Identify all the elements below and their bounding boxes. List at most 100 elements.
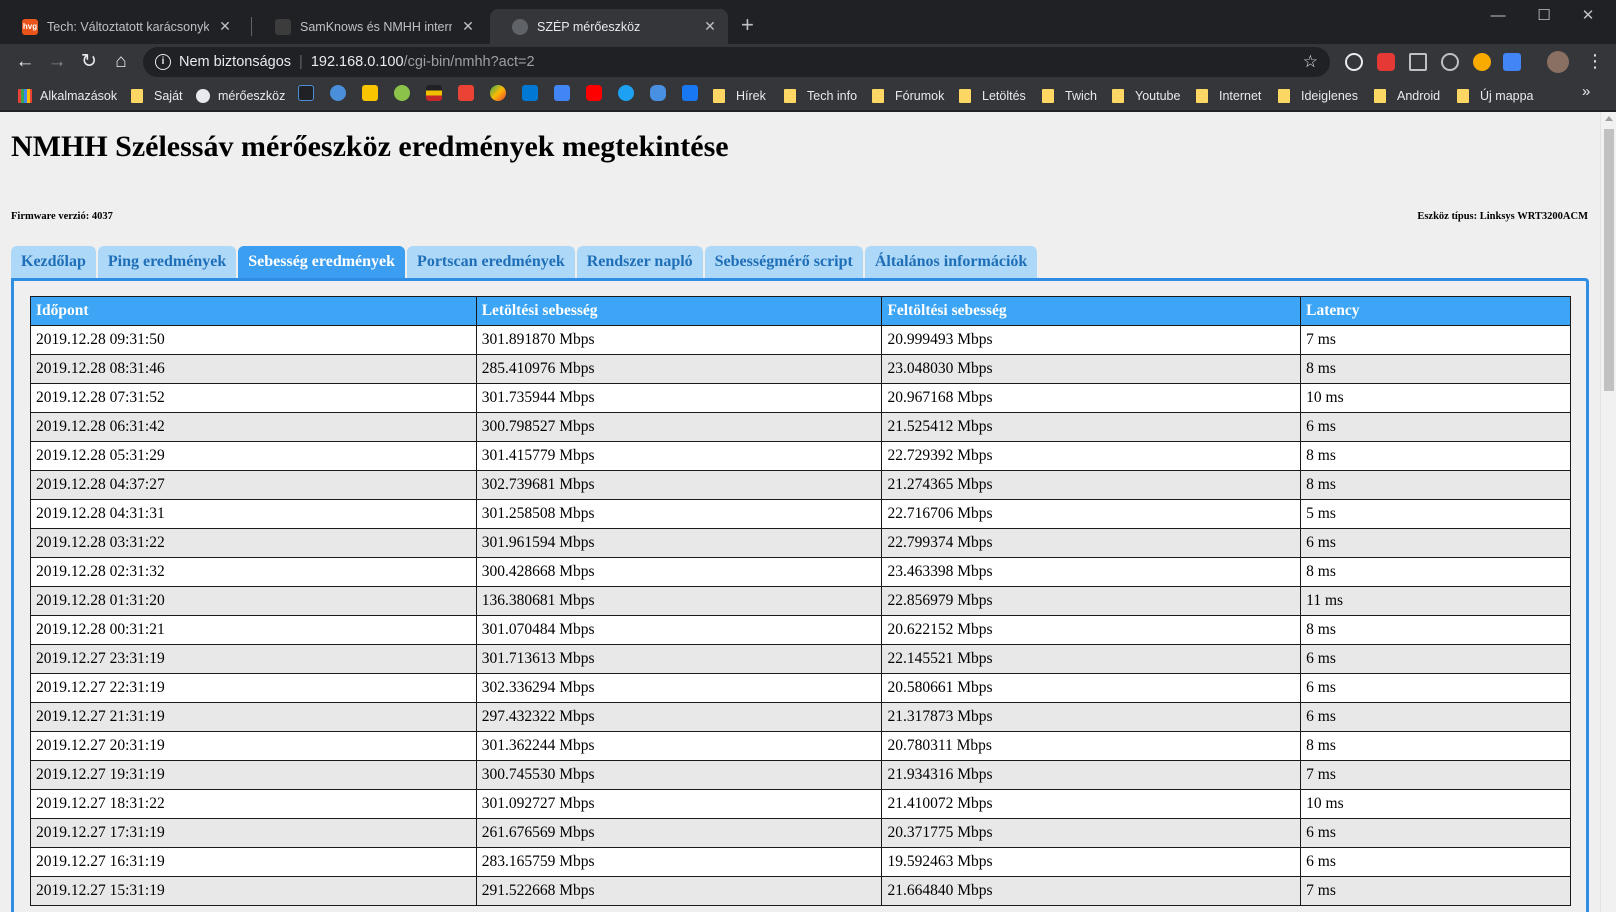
cell-time: 2019.12.28 02:31:32 bbox=[30, 557, 477, 587]
adblock-extension-icon[interactable] bbox=[1377, 53, 1395, 71]
tab-rendszer-naplo[interactable]: Rendszer napló bbox=[576, 246, 703, 278]
back-arrow-icon[interactable]: ← bbox=[12, 49, 38, 75]
tab-kezdolap[interactable]: Kezdőlap bbox=[11, 246, 96, 278]
flag-bookmark-icon[interactable] bbox=[426, 85, 442, 101]
dark-mode-extension-icon[interactable] bbox=[1473, 53, 1491, 71]
bookmark-folder-letoltes[interactable]: Letöltés bbox=[959, 86, 1026, 105]
gold-bookmark-icon[interactable] bbox=[362, 85, 378, 101]
samknows-favicon-icon bbox=[275, 18, 291, 35]
close-window-button[interactable]: ✕ bbox=[1566, 4, 1610, 28]
bookmarks-overflow-chevron-icon[interactable]: » bbox=[1582, 83, 1590, 100]
menu-dots-icon[interactable]: ⋮ bbox=[1586, 50, 1604, 72]
maximize-button[interactable]: ☐ bbox=[1522, 4, 1566, 28]
tab-portscan-eredmenyek[interactable]: Portscan eredmények bbox=[407, 246, 575, 278]
cell-time: 2019.12.28 01:31:20 bbox=[30, 586, 477, 616]
page-scrollbar[interactable] bbox=[1600, 112, 1616, 912]
tab-altalanos-informaciok[interactable]: Általános információk bbox=[864, 246, 1038, 278]
bookmark-label: Hírek bbox=[736, 88, 766, 103]
browser-tab-3-active[interactable]: SZÉP mérőeszköz ✕ bbox=[490, 9, 728, 44]
cell-download: 300.428668 Mbps bbox=[475, 557, 883, 587]
table-row: 2019.12.28 00:31:21 301.070484 Mbps 20.622… bbox=[30, 615, 1571, 645]
close-tab-icon[interactable]: ✕ bbox=[217, 18, 233, 35]
address-divider: | bbox=[299, 54, 303, 70]
chat-bookmark-icon[interactable] bbox=[650, 85, 666, 101]
photos-icon[interactable] bbox=[490, 85, 506, 101]
youtube-icon[interactable] bbox=[586, 85, 602, 101]
table-row: 2019.12.28 07:31:52 301.735944 Mbps 20.967… bbox=[30, 383, 1571, 413]
cell-download: 300.798527 Mbps bbox=[475, 412, 883, 442]
minimize-button[interactable]: — bbox=[1476, 4, 1520, 28]
gmail-icon[interactable] bbox=[458, 85, 474, 101]
db-bookmark-icon[interactable] bbox=[330, 85, 346, 101]
close-tab-icon[interactable]: ✕ bbox=[702, 18, 718, 35]
browser-tab-1[interactable]: hvg Tech: Változtatott karácsonykor a ✕ bbox=[0, 9, 243, 44]
bookmark-folder-forumok[interactable]: Fórumok bbox=[872, 86, 944, 105]
cell-latency: 11 ms bbox=[1300, 586, 1571, 616]
bookmark-folder-uj-mappa[interactable]: Új mappa bbox=[1457, 86, 1534, 105]
table-body: 2019.12.28 09:31:50 301.891870 Mbps 20.999… bbox=[30, 325, 1571, 906]
hat-bookmark-icon[interactable] bbox=[298, 85, 314, 101]
translate-extension-icon[interactable] bbox=[1503, 53, 1521, 71]
cell-latency: 5 ms bbox=[1300, 499, 1571, 529]
cell-upload: 21.934316 Mbps bbox=[881, 760, 1302, 790]
bookmark-meroeszkoz[interactable]: mérőeszköz bbox=[196, 86, 285, 105]
table-row: 2019.12.28 06:31:42 300.798527 Mbps 21.525… bbox=[30, 412, 1571, 442]
close-tab-icon[interactable]: ✕ bbox=[460, 18, 476, 35]
scroll-up-arrow-icon[interactable] bbox=[1605, 116, 1613, 121]
table-row: 2019.12.27 16:31:19 283.165759 Mbps 19.592… bbox=[30, 847, 1571, 877]
cell-download: 136.380681 Mbps bbox=[475, 586, 883, 616]
address-bar[interactable]: i Nem biztonságos | 192.168.0.100 /cgi-b… bbox=[143, 47, 1330, 77]
table-row: 2019.12.27 19:31:19 300.745530 Mbps 21.934… bbox=[30, 760, 1571, 790]
bookmark-folder-twich[interactable]: Twich bbox=[1042, 86, 1097, 105]
table-row: 2019.12.28 04:37:27 302.739681 Mbps 21.274… bbox=[30, 470, 1571, 500]
cell-download: 301.735944 Mbps bbox=[475, 383, 883, 413]
cell-time: 2019.12.28 00:31:21 bbox=[30, 615, 477, 645]
cell-download: 301.415779 Mbps bbox=[475, 441, 883, 471]
cell-time: 2019.12.27 18:31:22 bbox=[30, 789, 477, 819]
wheel-bookmark-icon[interactable] bbox=[394, 85, 410, 101]
table-row: 2019.12.28 05:31:29 301.415779 Mbps 22.729… bbox=[30, 441, 1571, 471]
cell-time: 2019.12.28 06:31:42 bbox=[30, 412, 477, 442]
reload-icon[interactable]: ↻ bbox=[76, 49, 102, 75]
bookmark-folder-youtube[interactable]: Youtube bbox=[1112, 86, 1180, 105]
cell-time: 2019.12.28 07:31:52 bbox=[30, 383, 477, 413]
cell-download: 301.070484 Mbps bbox=[475, 615, 883, 645]
cell-download: 291.522668 Mbps bbox=[475, 876, 883, 906]
table-row: 2019.12.28 08:31:46 285.410976 Mbps 23.048… bbox=[30, 354, 1571, 384]
bookmark-folder-internet[interactable]: Internet bbox=[1196, 86, 1261, 105]
facebook-icon[interactable] bbox=[682, 85, 698, 101]
folder-icon bbox=[1374, 88, 1386, 103]
bookmark-star-icon[interactable]: ☆ bbox=[1303, 52, 1318, 72]
twitter-icon[interactable] bbox=[618, 85, 634, 101]
bookmark-folder-ideiglenes[interactable]: Ideiglenes bbox=[1278, 86, 1358, 105]
hvg-favicon-icon: hvg bbox=[22, 18, 38, 35]
folder-icon bbox=[713, 88, 725, 103]
speed-extension-icon[interactable] bbox=[1345, 53, 1363, 71]
cell-upload: 20.967168 Mbps bbox=[881, 383, 1302, 413]
bookmark-folder-sajat[interactable]: Saját bbox=[131, 86, 183, 105]
scrollbar-thumb[interactable] bbox=[1604, 129, 1614, 391]
tab-sebessegmero-script[interactable]: Sebességmérő script bbox=[704, 246, 863, 278]
outlook-icon[interactable] bbox=[522, 85, 538, 101]
cell-download: 283.165759 Mbps bbox=[475, 847, 883, 877]
firmware-version: Firmware verzió: 4037 bbox=[11, 211, 113, 222]
cell-latency: 6 ms bbox=[1300, 702, 1571, 732]
info-icon[interactable]: i bbox=[155, 54, 171, 70]
new-tab-button[interactable]: + bbox=[741, 13, 754, 37]
home-icon[interactable]: ⌂ bbox=[108, 49, 134, 75]
bulb-extension-icon[interactable] bbox=[1441, 53, 1459, 71]
bookmark-apps[interactable]: Alkalmazások bbox=[18, 86, 117, 105]
tab-ping-eredmenyek[interactable]: Ping eredmények bbox=[97, 246, 237, 278]
bookmark-folder-hirek[interactable]: Hírek bbox=[713, 86, 766, 105]
cast-extension-icon[interactable] bbox=[1409, 53, 1427, 71]
profile-avatar[interactable] bbox=[1547, 51, 1569, 73]
bookmark-folder-tech-info[interactable]: Tech info bbox=[784, 86, 857, 105]
bookmark-folder-android[interactable]: Android bbox=[1374, 86, 1440, 105]
forward-arrow-icon[interactable]: → bbox=[44, 49, 70, 75]
bookmark-label: Youtube bbox=[1135, 88, 1181, 103]
browser-tab-2[interactable]: SamKnows és NMHH internet se ✕ bbox=[253, 9, 486, 44]
translate-icon[interactable] bbox=[554, 85, 570, 101]
tab-sebesseg-eredmenyek[interactable]: Sebesség eredmények bbox=[238, 246, 406, 278]
globe-icon bbox=[512, 18, 528, 35]
browser-toolbar: ← → ↻ ⌂ i Nem biztonságos | 192.168.0.10… bbox=[0, 44, 1616, 80]
